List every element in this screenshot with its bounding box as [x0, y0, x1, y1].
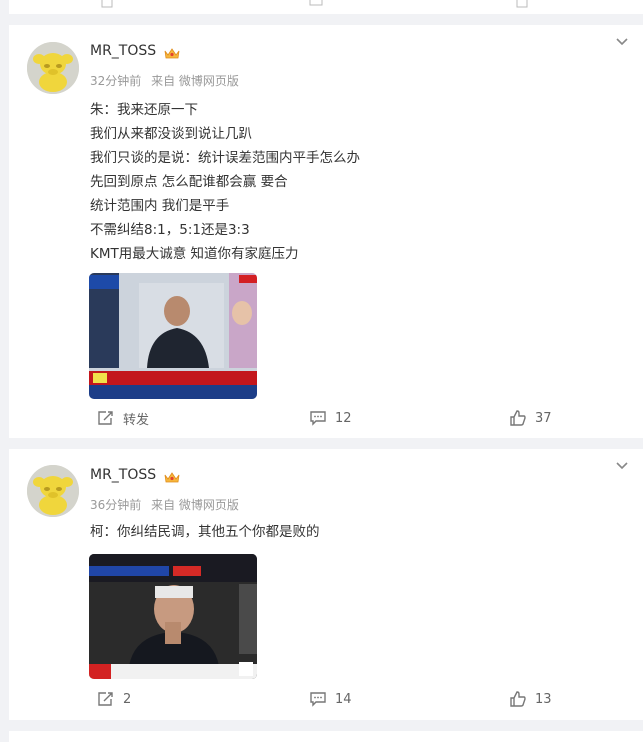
previous-post-stub [9, 0, 643, 14]
repost-count: 2 [123, 691, 132, 707]
post-source: 来自 微博网页版 [151, 498, 239, 512]
post-text-line: 不需纠结8:1，5:1还是3:3 [90, 222, 250, 238]
comment-button[interactable]: 12 [309, 406, 352, 430]
post-source: 来自 微博网页版 [151, 74, 239, 88]
avatar[interactable] [27, 465, 79, 517]
repost-icon[interactable] [101, 0, 115, 8]
repost-label: 转发 [123, 412, 150, 428]
like-count: 37 [535, 410, 552, 426]
post-meta: 32分钟前 来自 微博网页版 [90, 72, 245, 89]
like-button[interactable]: 13 [509, 687, 552, 711]
next-post-stub [9, 731, 643, 742]
post-text: 朱：我来还原一下 我们从来都没谈到说让几趴 我们只谈的是说：统计误差范围内平手怎… [90, 98, 360, 266]
chevron-down-icon[interactable] [615, 461, 629, 471]
post-card: MR_TOSS 36分钟前 来自 微博网页版 柯：你纠结民调，其他五个你都是败的 [9, 449, 643, 720]
post-text-line: 我们从来都没谈到说让几趴 [90, 126, 252, 142]
comment-count: 14 [335, 691, 352, 707]
repost-button[interactable]: 2 [97, 687, 131, 711]
post-time[interactable]: 32分钟前 [90, 74, 141, 88]
like-icon [510, 691, 526, 707]
repost-icon [98, 692, 113, 706]
post-image[interactable] [89, 273, 257, 399]
comment-icon [310, 692, 326, 707]
post-time[interactable]: 36分钟前 [90, 498, 141, 512]
post-text: 柯：你纠结民调，其他五个你都是败的 [90, 520, 320, 544]
like-button[interactable]: 37 [509, 406, 552, 430]
repost-button[interactable]: 转发 [97, 406, 149, 430]
post-meta: 36分钟前 来自 微博网页版 [90, 496, 245, 513]
avatar[interactable] [27, 42, 79, 94]
comment-icon[interactable] [309, 0, 323, 8]
comment-icon [310, 411, 326, 426]
post-image[interactable] [89, 554, 257, 679]
username[interactable]: MR_TOSS [90, 467, 156, 483]
like-count: 13 [535, 691, 552, 707]
post-text-line: 统计范围内 我们是平手 [90, 198, 230, 214]
post-text-line: 先回到原点 怎么配谁都会赢 要合 [90, 174, 288, 190]
post-actions: 转发 12 37 [9, 406, 643, 430]
like-icon [510, 410, 526, 426]
like-icon[interactable] [515, 0, 529, 8]
comment-count: 12 [335, 410, 352, 426]
post-text-line: KMT用最大诚意 知道你有家庭压力 [90, 246, 299, 262]
post-card: MR_TOSS 32分钟前 来自 微博网页版 朱：我来还原一下 我们从来都没谈到… [9, 25, 643, 438]
weibo-feed: MR_TOSS 32分钟前 来自 微博网页版 朱：我来还原一下 我们从来都没谈到… [0, 0, 643, 742]
post-text-line: 我们只谈的是说：统计误差范围内平手怎么办 [90, 150, 360, 166]
crown-icon[interactable] [163, 470, 181, 484]
post-actions: 2 14 13 [9, 687, 643, 711]
chevron-down-icon[interactable] [615, 37, 629, 47]
repost-icon [98, 411, 113, 425]
comment-button[interactable]: 14 [309, 687, 352, 711]
post-text-line: 朱：我来还原一下 [90, 102, 198, 118]
crown-icon[interactable] [163, 46, 181, 60]
post-text-line: 柯：你纠结民调，其他五个你都是败的 [90, 524, 320, 540]
username[interactable]: MR_TOSS [90, 43, 156, 59]
